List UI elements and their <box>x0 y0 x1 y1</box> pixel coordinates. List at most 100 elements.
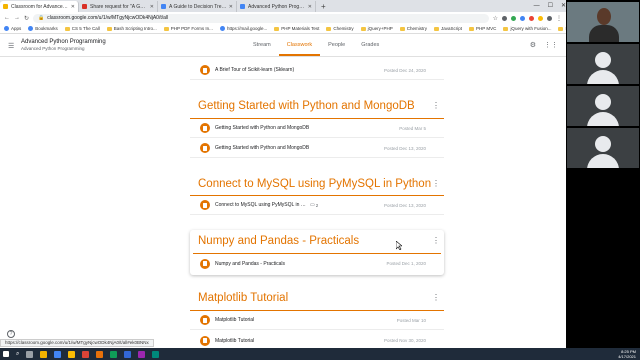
bookmark-item[interactable]: PHP PDF Forms In... <box>163 26 213 31</box>
topic-more-icon[interactable]: ⋮ <box>432 293 440 302</box>
tab-grades[interactable]: Grades <box>353 34 387 56</box>
video-tile-presenter[interactable] <box>567 2 639 42</box>
profile-avatar[interactable] <box>547 15 552 21</box>
help-icon[interactable]: ? <box>7 330 15 338</box>
close-tab-icon[interactable]: ✕ <box>229 4 233 10</box>
hamburger-menu-icon[interactable]: ☰ <box>8 42 14 50</box>
browser-tab[interactable]: A Guide to Decision Trees for Ma... ✕ <box>158 1 237 12</box>
bookmark-item[interactable]: JavaScript <box>434 26 462 31</box>
task-view-icon[interactable] <box>26 350 34 358</box>
class-nav-tabs: Stream Classwork People Grades <box>245 34 387 56</box>
bookmark-item[interactable]: https://mail.google... <box>219 26 267 31</box>
gmail-favicon-icon <box>82 4 87 9</box>
bookmark-item[interactable]: CS 5 The Call <box>64 26 100 31</box>
browser-tab[interactable]: Advanced Python Programming ✕ <box>237 1 316 12</box>
back-icon[interactable]: ← <box>4 15 10 21</box>
close-tab-icon[interactable]: ✕ <box>71 4 75 10</box>
tab-title: A Guide to Decision Trees for Ma... <box>169 3 227 10</box>
site-favicon-icon <box>219 26 225 31</box>
extension-icon[interactable] <box>529 15 534 21</box>
star-icon[interactable]: ☆ <box>493 15 498 22</box>
app-icon[interactable] <box>110 350 118 358</box>
folder-icon <box>360 26 366 31</box>
list-item[interactable]: Getting Started with Python and MongoDB … <box>190 119 444 138</box>
class-title[interactable]: Advanced Python Programming <box>21 39 106 45</box>
bookmark-item[interactable]: Perl <box>558 26 566 31</box>
bookmark-item[interactable]: jQuery with Fusion... <box>503 26 551 31</box>
list-item[interactable]: A Brief Tour of Scikit-learn (Sklearn) P… <box>190 61 444 80</box>
topic-more-icon[interactable]: ⋮ <box>432 236 440 245</box>
bookmark-label: Bookmarks <box>35 26 58 31</box>
tab-people[interactable]: People <box>320 34 353 56</box>
bookmark-item[interactable]: PHP MVC <box>469 26 496 31</box>
list-item[interactable]: Getting Started with Python and MongoDB … <box>190 139 444 158</box>
topic-title: Matplotlib Tutorial <box>198 292 289 304</box>
topic-more-icon[interactable]: ⋮ <box>432 179 440 188</box>
tab-classwork[interactable]: Classwork <box>278 34 321 56</box>
extension-icon[interactable] <box>511 15 516 21</box>
bookmark-item[interactable]: PHP Materials Test <box>274 26 319 31</box>
app-icon[interactable] <box>152 350 160 358</box>
bookmark-item[interactable]: jQuery+PHP <box>360 26 393 31</box>
app-icon[interactable] <box>124 350 132 358</box>
bookmark-label: Bash Scripting Intro... <box>113 26 157 31</box>
close-tab-icon[interactable]: ✕ <box>308 4 312 10</box>
folder-icon <box>163 26 169 31</box>
tab-stream[interactable]: Stream <box>245 34 279 56</box>
bookmark-label: PHP MVC <box>476 26 497 31</box>
bookmark-item[interactable]: Chemistry <box>399 26 427 31</box>
forward-icon[interactable]: → <box>14 15 20 21</box>
list-item[interactable]: Numpy and Pandas - Practicals Posted Dec… <box>190 254 444 273</box>
assignment-icon <box>200 200 210 210</box>
bookmark-item[interactable]: Chemistry <box>326 26 354 31</box>
bookmark-item[interactable]: Apps <box>4 26 21 31</box>
close-tab-icon[interactable]: ✕ <box>150 4 154 10</box>
extension-icon[interactable] <box>520 15 525 21</box>
settings-icon[interactable]: ⚙ <box>530 41 536 49</box>
video-tile[interactable] <box>567 44 639 84</box>
chrome-icon[interactable] <box>82 350 90 358</box>
mouse-cursor-icon <box>396 241 402 250</box>
bookmark-item[interactable]: Bookmarks <box>28 26 58 31</box>
extension-icon[interactable] <box>538 15 543 21</box>
bookmark-item[interactable]: Bash Scripting Intro... <box>106 26 157 31</box>
site-favicon-icon <box>4 26 9 31</box>
list-item[interactable]: Connect to MySQL using PyMySQL in P... ▭… <box>190 196 444 215</box>
video-tile[interactable] <box>567 86 639 126</box>
bookmarks-bar: Apps Bookmarks CS 5 The Call Bash Scripting… <box>0 24 566 34</box>
item-date: Posted Dec 1, 2020 <box>386 261 426 266</box>
tab-title: Classroom for Advanced Python <box>11 3 69 10</box>
participant-avatar-icon <box>587 112 619 126</box>
extensions <box>502 15 552 21</box>
item-date: Posted Nov 30, 2020 <box>383 338 426 343</box>
edge-icon[interactable] <box>54 350 62 358</box>
browser-tab[interactable]: Share request for "A Guide to D... ✕ <box>79 1 158 12</box>
topic-more-icon[interactable]: ⋮ <box>432 101 440 110</box>
file-explorer-icon[interactable] <box>40 350 48 358</box>
apps-grid-icon[interactable]: ⋮⋮ <box>544 41 558 49</box>
maximize-icon[interactable]: ☐ <box>548 2 553 9</box>
extension-icon[interactable] <box>502 15 507 21</box>
video-tile[interactable] <box>567 128 639 168</box>
bookmark-label: jQuery with Fusion... <box>510 26 552 31</box>
topic-title: Getting Started with Python and MongoDB <box>198 100 415 112</box>
system-clock[interactable]: 8:25 PM 4/17/2021 <box>618 348 636 360</box>
start-icon[interactable] <box>3 351 9 357</box>
app-icon[interactable] <box>96 350 104 358</box>
bookmark-label: PHP PDF Forms In... <box>170 26 213 31</box>
list-item[interactable]: Matplotlib Tutorial Posted Mar 10 <box>190 311 444 330</box>
minimize-icon[interactable]: — <box>534 3 540 9</box>
assignment-icon <box>200 258 210 269</box>
app-icon[interactable] <box>138 350 146 358</box>
presenter-figure <box>597 8 611 25</box>
new-tab-button[interactable]: + <box>316 1 331 12</box>
classroom-header: ☰ Advanced Python Programming Advanced P… <box>0 34 566 57</box>
search-icon[interactable]: ⌕ <box>16 351 19 358</box>
docs-favicon-icon <box>161 4 166 9</box>
more-vert-icon[interactable]: ⋮ <box>556 15 562 22</box>
browser-tab[interactable]: Classroom for Advanced Python ✕ <box>0 1 79 12</box>
address-bar[interactable]: 🔒 classroom.google.com/u/1/w/MTgyNjcwODk… <box>33 13 489 23</box>
participant-avatar-icon <box>595 52 611 68</box>
folder-icon[interactable] <box>68 350 76 358</box>
reload-icon[interactable]: ↻ <box>24 15 29 22</box>
